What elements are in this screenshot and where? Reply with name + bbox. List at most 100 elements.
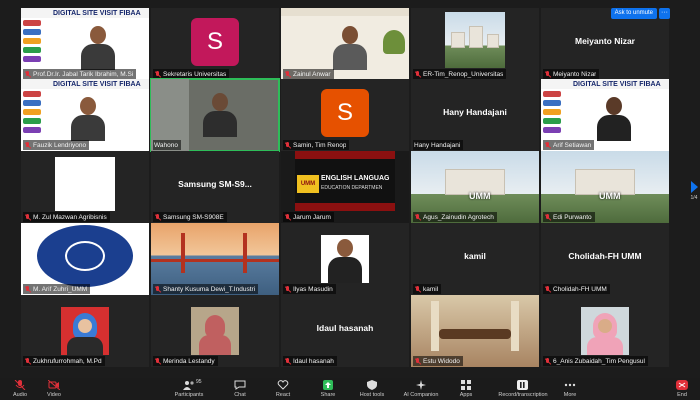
profile-photo <box>321 235 369 283</box>
video-tile-shanty[interactable]: Shanty Kusuma Dewi_T.Industri <box>151 223 279 295</box>
video-tile-zukhrufurrohmah[interactable]: Zukhrufurrohmah, M.Pd <box>21 295 149 367</box>
video-tile-wahono[interactable]: Wahono <box>150 78 280 152</box>
more-button[interactable]: More <box>550 378 590 400</box>
participant-name-label: Zainul Anwar <box>283 69 334 79</box>
participant-name-label: M. Zul Mazwan Agribisnis <box>23 212 110 222</box>
muted-mic-icon <box>284 285 291 293</box>
participant-name-label: Idaul hasanah <box>283 356 337 366</box>
video-tile-arif[interactable]: DIGITAL SITE VISIT FIBAA Arif Setiawan <box>541 79 669 151</box>
muted-mic-icon <box>544 141 551 149</box>
video-tile-kamil[interactable]: kamil kamil <box>411 223 539 295</box>
plant-decoration <box>383 30 405 54</box>
participants-count: 95 <box>196 379 202 385</box>
video-tile-hany[interactable]: Hany Handajani Hany Handajani <box>411 79 539 151</box>
video-tile-ilyas[interactable]: Ilyas Masudin <box>281 223 409 295</box>
chat-icon <box>234 380 246 390</box>
muted-mic-icon <box>154 357 161 365</box>
video-tile-jarum[interactable]: UMM ENGLISH LANGUAG EDUCATION DEPARTMEN … <box>281 151 409 223</box>
participant-name-label: Samin, Tim Renop <box>283 140 350 150</box>
participant-video <box>203 93 237 137</box>
video-tile-edi[interactable]: UMM Edi Purwanto <box>541 151 669 223</box>
muted-mic-icon <box>24 70 31 78</box>
umm-sign: UMM <box>469 191 491 201</box>
react-button[interactable]: React <box>263 378 303 400</box>
muted-mic-icon <box>544 213 551 221</box>
meeting-controls-bar: Audio Video 95 Participants Chat React S… <box>0 378 700 400</box>
pause-record-icon <box>517 380 528 390</box>
participants-icon <box>183 381 194 390</box>
video-tile-sekretaris[interactable]: S Sekretaris Universitas <box>151 8 279 80</box>
muted-mic-icon <box>544 285 551 293</box>
muted-mic-icon <box>14 380 26 390</box>
page-navigation: 1/4 <box>689 181 699 201</box>
participant-name-label: Arif Setiawan <box>543 140 595 150</box>
profile-photo <box>191 307 239 355</box>
video-tile-cholidah[interactable]: Cholidah-FH UMM Cholidah-FH UMM <box>541 223 669 295</box>
share-icon <box>323 380 333 390</box>
video-tile-idaul[interactable]: Idaul hasanah Idaul hasanah <box>281 295 409 367</box>
video-tile-samin[interactable]: S Samin, Tim Renop <box>281 79 409 151</box>
slide-logos <box>23 20 41 66</box>
ai-companion-button[interactable]: AI Companion <box>396 378 446 400</box>
participants-button[interactable]: 95 Participants <box>166 378 212 400</box>
record-transcription-button[interactable]: Record/transcription <box>488 378 558 400</box>
muted-mic-icon <box>154 285 161 293</box>
video-tile-er-tim-renop[interactable]: ER-Tim_Renop_Universitas <box>411 8 539 80</box>
muted-mic-icon <box>284 213 291 221</box>
more-dots-icon <box>564 383 576 387</box>
participant-display-name: Hany Handajani <box>443 107 507 117</box>
avatar: S <box>321 89 369 137</box>
slide-logos <box>543 91 561 137</box>
muted-mic-icon <box>24 357 31 365</box>
end-button[interactable]: End <box>664 378 700 400</box>
slide-title: DIGITAL SITE VISIT FIBAA <box>53 81 141 88</box>
apps-button[interactable]: Apps <box>446 378 486 400</box>
umm-logo: UMM <box>297 175 319 193</box>
banner-subtext: EDUCATION DEPARTMEN <box>321 185 383 191</box>
slide-title: DIGITAL SITE VISIT FIBAA <box>573 81 661 88</box>
video-tile-merinda[interactable]: Merinda Lestandy <box>151 295 279 367</box>
video-tile-agus[interactable]: UMM Agus_Zainudin Agrotech <box>411 151 539 223</box>
banner-image: UMM ENGLISH LANGUAG EDUCATION DEPARTMEN <box>295 151 395 211</box>
video-tile-samsung[interactable]: Samsung SM-S9... Samsung SM-S908E <box>151 151 279 223</box>
participant-display-name: Cholidah-FH UMM <box>568 251 642 261</box>
ask-to-unmute-button[interactable]: Ask to unmute <box>610 8 657 19</box>
sparkle-icon <box>416 380 426 390</box>
video-tile-jabal[interactable]: DIGITAL SITE VISIT FIBAA Prof.Dr.Ir. Jab… <box>21 8 149 80</box>
participant-name-label: Wahono <box>153 140 181 150</box>
muted-mic-icon <box>414 357 421 365</box>
video-tile-estu[interactable]: Estu Widodo <box>411 295 539 367</box>
muted-mic-icon <box>24 285 31 293</box>
slide-logos <box>23 91 41 137</box>
muted-mic-icon <box>284 357 291 365</box>
campus-photo <box>445 12 505 68</box>
more-options-button[interactable]: ··· <box>659 8 670 19</box>
muted-mic-icon <box>544 70 551 78</box>
participant-name-label: Ilyas Masudin <box>283 284 336 294</box>
share-button[interactable]: Share <box>308 378 348 400</box>
participant-display-name: Idaul hasanah <box>316 323 374 333</box>
participant-name-label: Fauzik Lendriyono <box>23 140 90 150</box>
avatar: S <box>191 18 239 66</box>
participant-name-label: Zukhrufurrohmah, M.Pd <box>23 356 105 366</box>
video-tile-arif-zuhri[interactable]: M. Arif Zuhri_UMM <box>21 223 149 295</box>
video-tile-zainul[interactable]: Zainul Anwar <box>281 8 409 80</box>
participant-name-label: Meiyanto Nizar <box>543 69 600 79</box>
muted-mic-icon <box>414 70 421 78</box>
participant-name-label: 6_Anis Zubaidah_Tim Pengusul <box>543 356 648 366</box>
video-tile-anis[interactable]: 6_Anis Zubaidah_Tim Pengusul <box>541 295 669 367</box>
video-button[interactable]: Video <box>34 378 74 400</box>
video-tile-fauzik[interactable]: DIGITAL SITE VISIT FIBAA Fauzik Lendriyo… <box>21 79 149 151</box>
muted-mic-icon <box>414 213 421 221</box>
participant-name-label: M. Arif Zuhri_UMM <box>23 284 91 294</box>
chat-button[interactable]: Chat <box>220 378 260 400</box>
profile-photo <box>61 307 109 355</box>
muted-mic-icon <box>284 141 291 149</box>
video-tile-zul-mazwan[interactable]: M. Zul Mazwan Agribisnis <box>21 151 149 223</box>
host-tools-button[interactable]: Host tools <box>352 378 392 400</box>
participant-name-label: Cholidah-FH UMM <box>543 284 610 294</box>
participant-name-label: kamil <box>413 284 442 294</box>
next-page-arrow-icon[interactable] <box>691 181 698 193</box>
participant-video <box>81 26 115 70</box>
participant-name-label: Estu Widodo <box>413 356 463 366</box>
